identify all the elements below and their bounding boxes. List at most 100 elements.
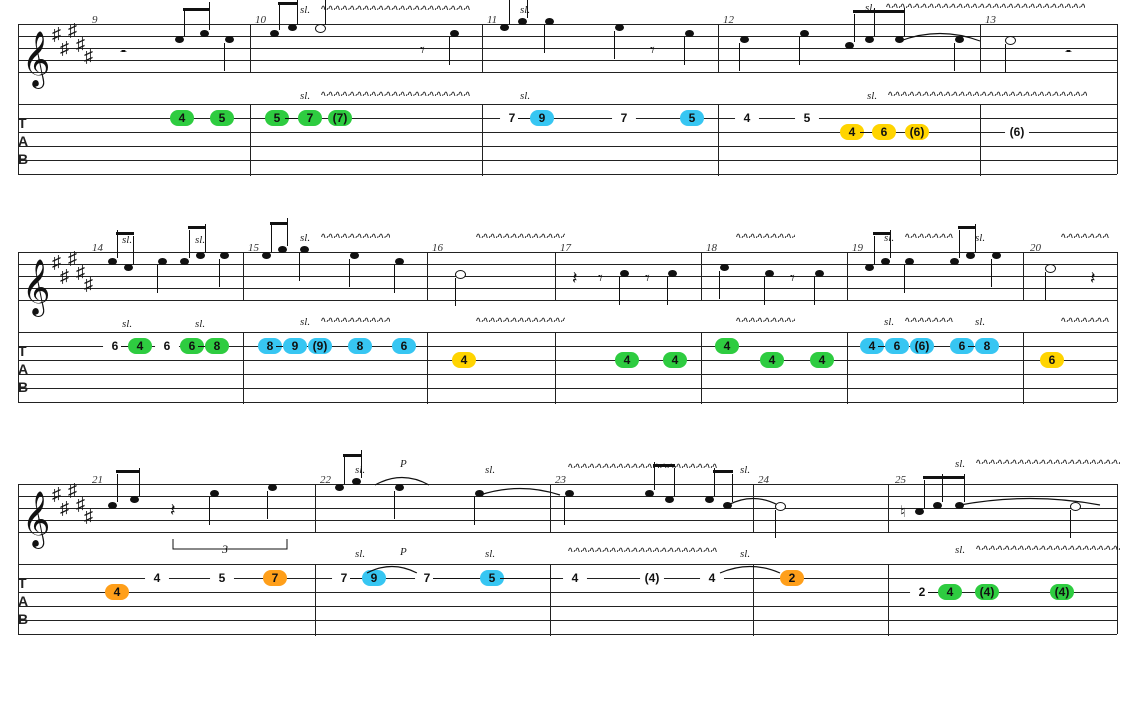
barline-tab <box>718 104 719 176</box>
note <box>1045 264 1056 273</box>
slide-label: sl. <box>300 232 310 244</box>
note <box>225 36 234 43</box>
rest: 𝄽 <box>572 268 578 289</box>
note <box>288 24 297 31</box>
rest: 𝄽 <box>1090 268 1096 289</box>
tie-icon <box>895 26 985 46</box>
measure-number: 17 <box>560 242 571 254</box>
barline <box>718 24 719 72</box>
barline-tab <box>482 104 483 176</box>
barline <box>1117 484 1118 634</box>
fret-number: 6 <box>885 338 909 354</box>
note <box>455 270 466 279</box>
fret-number: (7) <box>328 110 352 126</box>
tie-icon <box>715 560 785 576</box>
fret-number: 4 <box>105 584 129 600</box>
tie-icon <box>723 492 783 510</box>
measure-number: 14 <box>92 242 103 254</box>
fret-number: 9 <box>283 338 307 354</box>
tab-label-A: A <box>18 134 28 148</box>
vibrato-line: ∿∿∿∿∿∿∿∿∿∿∿∿∿∿∿∿∿∿∿∿∿∿∿∿∿∿∿∿∿∿∿∿∿∿∿∿∿∿∿∿… <box>567 460 717 468</box>
measure-number: 11 <box>487 14 497 26</box>
note <box>865 36 874 43</box>
tablature-page: 𝄞 ♯ ♯ ♯ ♯ ♯ 9 10 11 12 13 sl. ∿∿∿∿∿∿∿∿∿∿… <box>0 0 1147 701</box>
note <box>685 30 694 37</box>
measure-number: 24 <box>758 474 769 486</box>
note <box>220 252 229 259</box>
slide-label: sl. <box>740 464 750 476</box>
fret-number: 9 <box>530 110 554 126</box>
vibrato-line: ∿∿∿∿∿∿∿∿∿∿∿∿∿∿∿∿∿∿∿∿∿∿∿∿∿∿∿∿∿∿∿∿∿∿∿∿∿∿∿∿… <box>320 2 470 10</box>
vibrato-line: ∿∿∿∿∿∿∿∿∿∿∿∿∿∿∿∿∿∿∿∿∿∿∿∿∿∿∿∿∿∿∿∿∿∿∿∿∿∿∿∿… <box>320 230 390 238</box>
note <box>905 258 914 265</box>
barline <box>555 252 556 300</box>
fret-number: 5 <box>680 110 704 126</box>
note <box>108 258 117 265</box>
triplet-label: 3 <box>222 542 228 557</box>
vibrato-line: ∿∿∿∿∿∿∿∿∿∿∿∿∿∿∿∿∿∿∿∿∿∿∿∿∿∿∿∿∿∿∿∿∿∿∿∿∿∿∿∿… <box>885 0 1085 8</box>
fret-number: 8 <box>205 338 229 354</box>
fret-number: 4 <box>563 570 587 586</box>
fret-number: 4 <box>715 338 739 354</box>
fret-number: (4) <box>640 570 664 586</box>
fret-number: 4 <box>128 338 152 354</box>
measure-number: 18 <box>706 242 717 254</box>
fret-number: 6 <box>392 338 416 354</box>
measure-number: 9 <box>92 14 98 26</box>
vibrato-line: ∿∿∿∿∿∿∿∿∿∿∿∿∿∿∿∿∿∿∿∿∿∿∿∿∿∿∿∿∿∿∿∿∿∿∿∿∿∿∿∿… <box>567 544 717 552</box>
tab-label-T: T <box>18 576 27 590</box>
slide-label: sl. <box>975 316 985 328</box>
note <box>1005 36 1016 45</box>
fret-number: 4 <box>170 110 194 126</box>
measure-number: 12 <box>723 14 734 26</box>
note <box>500 24 509 31</box>
barline-tab <box>555 332 556 404</box>
triplet-bracket <box>170 536 290 558</box>
slide-label: sl. <box>485 464 495 476</box>
slide-label: sl. <box>122 234 132 246</box>
tab-label-B: B <box>18 380 28 394</box>
measure-number: 19 <box>852 242 863 254</box>
vibrato-line: ∿∿∿∿∿∿∿∿∿∿∿∿∿∿∿∿∿∿∿∿∿∿∿∿∿∿∿∿∿∿∿∿∿∿∿∿∿∿∿∿… <box>735 314 795 322</box>
note <box>124 264 133 271</box>
note <box>395 258 404 265</box>
vibrato-line: ∿∿∿∿∿∿∿∿∿∿∿∿∿∿∿∿∿∿∿∿∿∿∿∿∿∿∿∿∿∿∿∿∿∿∿∿∿∿∿∿… <box>1060 230 1110 238</box>
fret-number: 7 <box>263 570 287 586</box>
fret-number: (4) <box>1050 584 1074 600</box>
fret-number: (6) <box>1005 124 1029 140</box>
fret-number: 4 <box>810 352 834 368</box>
fret-number: 7 <box>612 110 636 126</box>
rest: 𝄾 <box>790 268 795 289</box>
note <box>881 258 890 265</box>
rest: 𝄼 <box>120 42 127 63</box>
rest: 𝄾 <box>420 40 425 61</box>
note <box>845 42 854 49</box>
slide-label: sl. <box>122 318 132 330</box>
fret-number: 6 <box>1040 352 1064 368</box>
note <box>615 24 624 31</box>
note <box>775 502 786 511</box>
barline <box>1117 24 1118 174</box>
barline-tab <box>1023 332 1024 404</box>
slur-icon <box>362 560 422 576</box>
fret-number: 4 <box>145 570 169 586</box>
note <box>665 496 674 503</box>
barline-tab <box>980 104 981 176</box>
note <box>335 484 344 491</box>
note <box>765 270 774 277</box>
barline-tab <box>315 564 316 636</box>
note <box>545 18 554 25</box>
slide-label: sl. <box>520 90 530 102</box>
note <box>815 270 824 277</box>
vibrato-line: ∿∿∿∿∿∿∿∿∿∿∿∿∿∿∿∿∿∿∿∿∿∿∿∿∿∿∿∿∿∿∿∿∿∿∿∿∿∿∿∿… <box>475 230 565 238</box>
barline <box>315 484 316 532</box>
measure-number: 22 <box>320 474 331 486</box>
pulloff-label: P <box>400 458 407 470</box>
slide-label: sl. <box>867 90 877 102</box>
fret-number: 4 <box>735 110 759 126</box>
vibrato-line: ∿∿∿∿∿∿∿∿∿∿∿∿∿∿∿∿∿∿∿∿∿∿∿∿∿∿∿∿∿∿∿∿∿∿∿∿∿∿∿∿… <box>735 230 795 238</box>
barline <box>1117 252 1118 402</box>
note <box>210 490 219 497</box>
barline <box>1023 252 1024 300</box>
note <box>720 264 729 271</box>
